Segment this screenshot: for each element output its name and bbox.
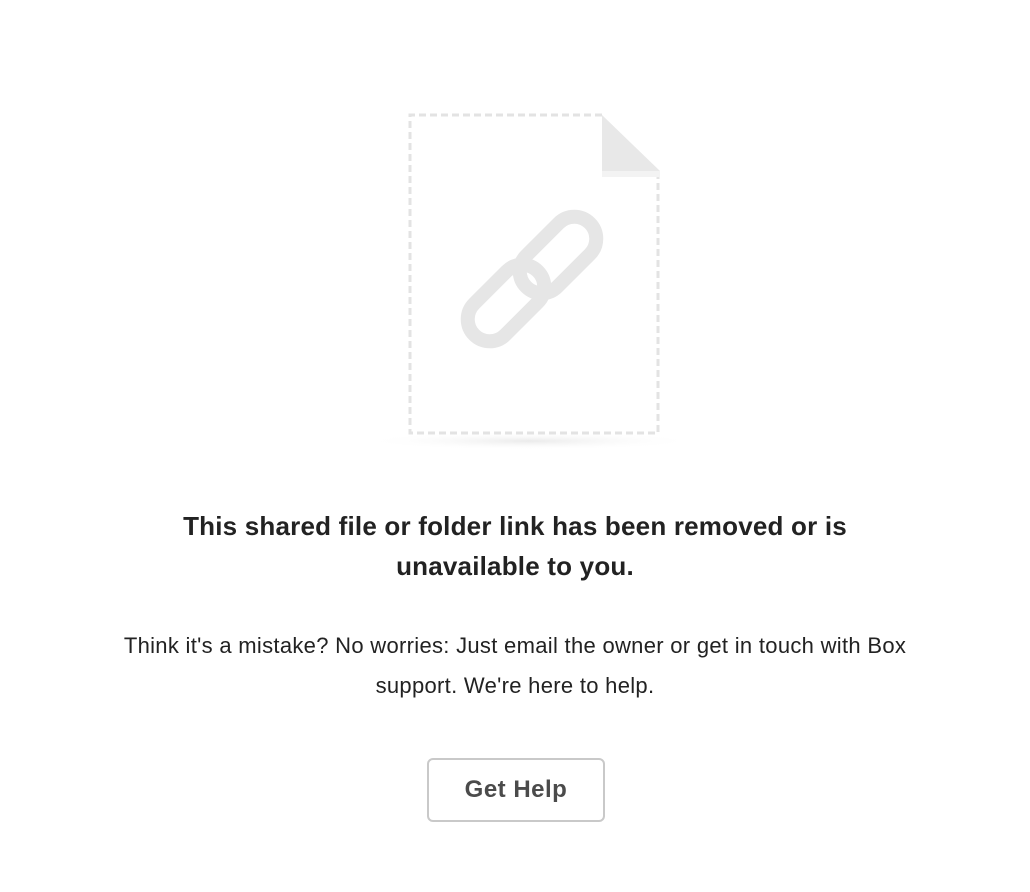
help-message: Think it's a mistake? No worries: Just e… [123,633,907,698]
chain-link-icon [460,209,604,349]
removed-file-illustration [360,108,700,458]
page-heading: This shared file or folder link has been… [183,511,847,581]
get-help-button[interactable]: Get Help [427,758,605,822]
shadow [362,432,698,450]
